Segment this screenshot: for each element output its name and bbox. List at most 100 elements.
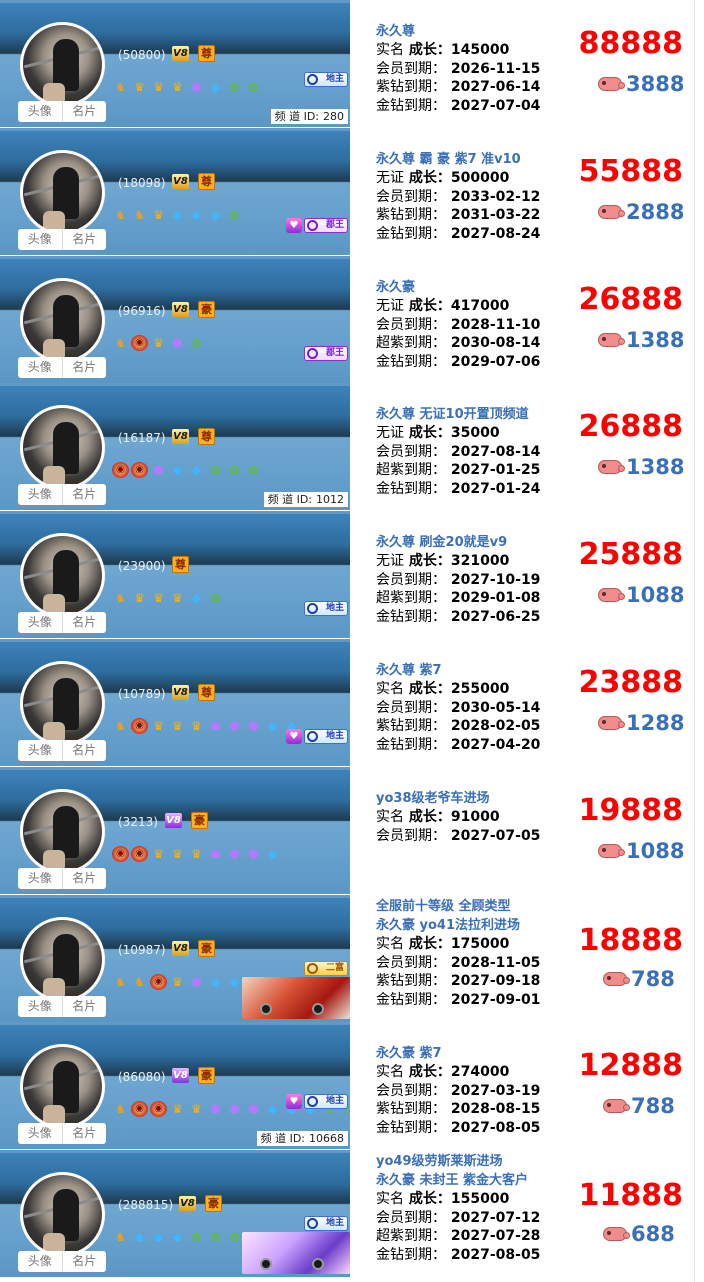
- tab-card[interactable]: 名片: [61, 1123, 107, 1144]
- info-label: 实名: [376, 681, 404, 697]
- leaf-icon: ✿: [248, 80, 259, 94]
- account-row[interactable]: 头像 名片 (86080) V8 豪 ♞ ◉ ◉ ♛ ♛ ⬢ ⬢ ⬢ ◆ ◆ ◆ ✿ ✿ ♥ 地主频 道 ID: 106…: [0, 1022, 704, 1149]
- avatar[interactable]: [20, 533, 105, 618]
- profile-card: 头像 名片 (96916) V8 豪 ♞ ◉ ♛ ⬢ ✿ 郡王: [0, 256, 350, 383]
- tab-card[interactable]: 名片: [61, 229, 107, 250]
- pig-price-value: 3888: [626, 72, 685, 96]
- account-row[interactable]: 头像 名片 (18098) V8 尊 ♞ ♞ ♛ ◆ ◆ ◆ ✿ ♥ 郡王 永久尊 霸 豪 紫7 准v10 无…: [0, 128, 704, 255]
- tab-card[interactable]: 名片: [61, 101, 107, 122]
- avatar[interactable]: [20, 1172, 105, 1257]
- tab-avatar[interactable]: 头像: [18, 357, 62, 378]
- avatar[interactable]: [20, 278, 105, 363]
- tab-card[interactable]: 名片: [61, 868, 107, 889]
- tab-avatar[interactable]: 头像: [18, 612, 62, 633]
- avatar[interactable]: [20, 789, 105, 874]
- tab-avatar[interactable]: 头像: [18, 229, 62, 250]
- account-row[interactable]: 头像 名片 (3213) V8 豪 ◉ ◉ ♛ ♛ ♛ ⬢ ⬢ ⬢ ◆ yo38级老爷车进场 实名 成长：91…: [0, 767, 704, 894]
- medal-icons: ♞ ♛ ♛ ♛ ⬢ ◆ ✿ ✿: [112, 79, 262, 95]
- pig-price: 1388: [598, 328, 684, 352]
- info-label: 会员到期：: [376, 316, 446, 333]
- noble-badge: 尊: [198, 173, 215, 190]
- price: 23888: [578, 665, 683, 700]
- account-row[interactable]: 头像 名片 (50800) V8 尊 ♞ ♛ ♛ ♛ ⬢ ◆ ✿ ✿ 地主频 道 ID: 280 永久尊 实名 …: [0, 0, 704, 127]
- account-row[interactable]: 头像 名片 (10789) V8 尊 ♞ ◉ ♛ ♛ ♛ ⬢ ⬢ ⬢ ◆ ◆ ♥ 地主 永久尊 紫7 实名 成长：2…: [0, 639, 704, 766]
- medal-icons: ♞ ♞ ◉ ♛ ⬢ ◆ ◆: [112, 974, 243, 990]
- headline: 永久尊 紫7: [376, 663, 442, 678]
- gem-icon: ⬢: [248, 1102, 259, 1116]
- tab-card[interactable]: 名片: [61, 1251, 107, 1272]
- price: 88888: [578, 26, 683, 61]
- tab-avatar[interactable]: 头像: [18, 484, 62, 505]
- info-label: 紫钻到期：: [376, 718, 446, 734]
- info-value: 成长：255000: [408, 681, 510, 697]
- headline: 全服前十等级 全顾类型: [376, 899, 511, 914]
- avatar[interactable]: [20, 917, 105, 1002]
- tab-card[interactable]: 名片: [61, 740, 107, 761]
- lion-icon: ◉: [112, 462, 129, 478]
- info-label: 紫钻到期：: [376, 207, 446, 223]
- info-line: 金钻到期： 2027-07-04: [376, 97, 596, 116]
- info-label: 实名: [376, 42, 404, 58]
- tab-avatar[interactable]: 头像: [18, 101, 62, 122]
- profile-card: 头像 名片 (3213) V8 豪 ◉ ◉ ♛ ♛ ♛ ⬢ ⬢ ⬢ ◆: [0, 767, 350, 894]
- info-label: 会员到期：: [376, 827, 446, 844]
- gem-icon: ⬢: [210, 719, 221, 733]
- account-row[interactable]: 头像 名片 (16187) V8 尊 ◉ ◉ ⬢ ◆ ◆ ✿ ✿ ✿ 频 道 ID: 1012 永久尊 无证1…: [0, 383, 704, 510]
- avatar-tabs: 头像 名片: [18, 868, 106, 889]
- tab-card[interactable]: 名片: [61, 612, 107, 633]
- diamond-icon: ◆: [191, 208, 202, 222]
- info-label: 金钻到期：: [376, 1246, 446, 1263]
- tab-card[interactable]: 名片: [61, 996, 107, 1017]
- info-line: 紫钻到期： 2027-06-14: [376, 78, 596, 97]
- scrollbar[interactable]: [694, 0, 704, 1282]
- lord-badge: 地主: [304, 601, 348, 616]
- account-row[interactable]: 头像 名片 (96916) V8 豪 ♞ ◉ ♛ ⬢ ✿ 郡王 永久豪 无证 成长：417000 会员到期…: [0, 256, 704, 383]
- user-id: (10987): [118, 943, 166, 957]
- pig-icon: [603, 1099, 630, 1113]
- tab-avatar[interactable]: 头像: [18, 740, 62, 761]
- info-value: 2027-08-05: [450, 1246, 541, 1263]
- info-line: 金钻到期： 2027-01-24: [376, 480, 596, 499]
- tab-avatar[interactable]: 头像: [18, 1123, 62, 1144]
- pig-price: 1088: [598, 583, 684, 607]
- account-info: 永久豪 紫7 实名 成长：274000 会员到期： 2027-03-19 紫钻到期： …: [376, 1044, 596, 1137]
- profile-card: 头像 名片 (86080) V8 豪 ♞ ◉ ◉ ♛ ♛ ⬢ ⬢ ⬢ ◆ ◆ ◆ ✿ ✿ ♥ 地主频 道 ID: 106…: [0, 1022, 350, 1149]
- lord-ring-icon: [307, 1218, 318, 1229]
- crown-icon: ♛: [191, 847, 202, 861]
- noble-badge: 尊: [198, 45, 215, 62]
- avatar[interactable]: [20, 1044, 105, 1129]
- tab-card[interactable]: 名片: [61, 484, 107, 505]
- avatar[interactable]: [20, 22, 105, 107]
- headline: 永久尊 无证10开置顶频道: [376, 407, 529, 422]
- account-row[interactable]: 头像 名片 (288815) V8 豪 ♞ ◆ ◆ ◆ ✿ ✿ ✿ 地主 yo49级劳斯莱斯进场 永久豪 未…: [0, 1150, 704, 1277]
- tab-avatar[interactable]: 头像: [18, 996, 62, 1017]
- pig-icon: [598, 716, 625, 730]
- tab-avatar[interactable]: 头像: [18, 1251, 62, 1272]
- crown-icon: ♛: [134, 591, 145, 605]
- user-id: (50800): [118, 48, 166, 62]
- crown-icon: ♛: [191, 719, 202, 733]
- info-label: 无证: [376, 298, 404, 314]
- eagle-icon: ♞: [115, 1102, 126, 1116]
- account-row[interactable]: 头像 名片 (23900) 尊 ♞ ♛ ♛ ♛ ◆ ✿ 地主 永久尊 刷金20就是v9 无证 成长：32…: [0, 511, 704, 638]
- tab-card[interactable]: 名片: [61, 357, 107, 378]
- info-label: 无证: [376, 170, 404, 186]
- info-value: 2027-04-20: [450, 736, 541, 753]
- avatar[interactable]: [20, 150, 105, 235]
- info-value: 2027-08-24: [450, 225, 541, 242]
- avatar-tabs: 头像 名片: [18, 996, 106, 1017]
- crown-icon: ♛: [172, 975, 183, 989]
- avatar-tabs: 头像 名片: [18, 1123, 106, 1144]
- channel-label: 频 道 ID:: [260, 1132, 305, 1145]
- avatar[interactable]: [20, 661, 105, 746]
- info-line: 实名 成长：91000: [376, 808, 596, 827]
- account-info: 永久尊 实名 成长：145000 会员到期： 2026-11-15 紫钻到期： 202…: [376, 22, 596, 115]
- tab-avatar[interactable]: 头像: [18, 868, 62, 889]
- avatar[interactable]: [20, 405, 105, 490]
- pig-price: 1288: [598, 711, 684, 735]
- crown-icon: ♛: [172, 80, 183, 94]
- user-id: (3213): [118, 815, 158, 829]
- account-row[interactable]: 头像 名片 (10987) V8 豪 ♞ ♞ ◉ ♛ ⬢ ◆ ◆ 二富 全服前十等级 全顾类型 永久豪 yo…: [0, 895, 704, 1022]
- diamond-icon: ◆: [134, 1230, 145, 1244]
- pig-icon: [598, 77, 625, 91]
